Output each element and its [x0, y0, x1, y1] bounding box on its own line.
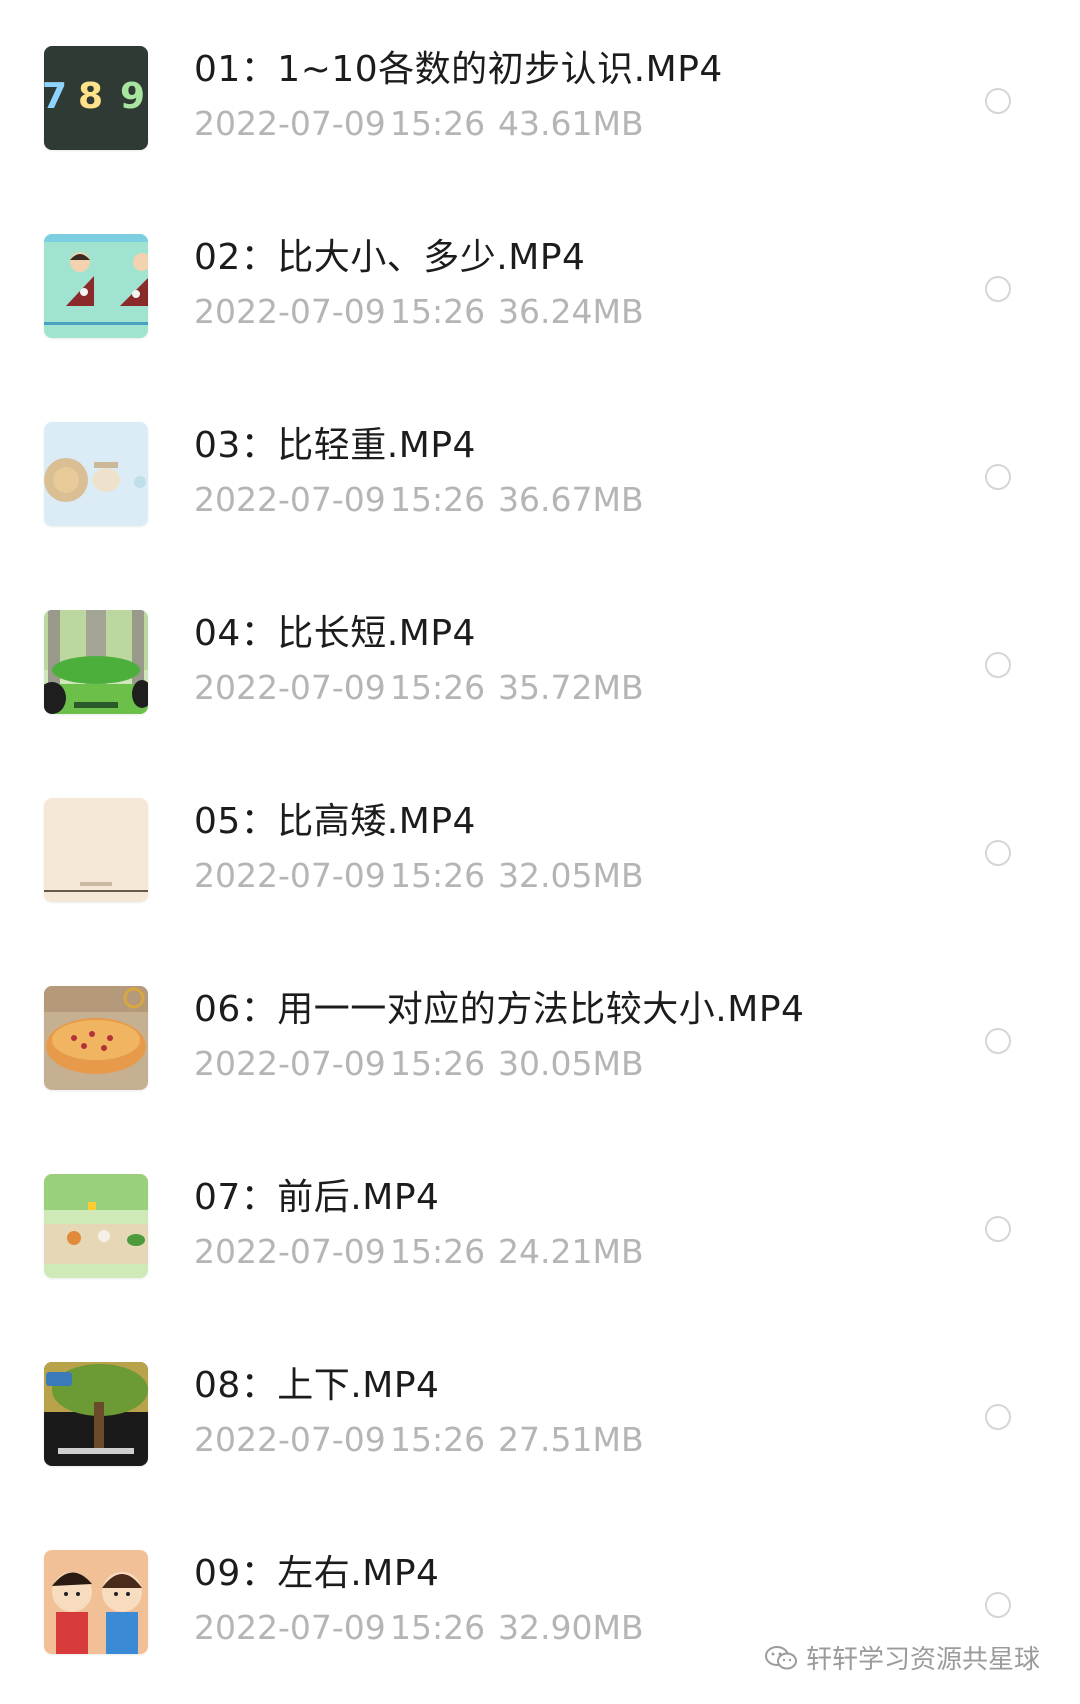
file-meta: 2022-07-09 15:26 30.05MB: [194, 1044, 644, 1084]
file-title[interactable]: 05：比高矮.MP4: [194, 800, 476, 844]
video-thumbnail[interactable]: 789: [44, 46, 148, 150]
file-date: 2022-07-09: [194, 856, 386, 895]
file-time: 15:26: [390, 1608, 486, 1647]
select-radio[interactable]: [985, 88, 1011, 114]
file-size: 24.21MB: [498, 1232, 644, 1271]
file-date: 2022-07-09: [194, 668, 386, 707]
file-size: 43.61MB: [498, 104, 644, 143]
file-time: 15:26: [390, 1232, 486, 1271]
file-time: 15:26: [390, 1044, 486, 1083]
select-radio[interactable]: [985, 652, 1011, 678]
file-size: 36.24MB: [498, 292, 644, 331]
select-radio[interactable]: [985, 276, 1011, 302]
file-row-02[interactable]: 02：比大小、多少.MP4 2022-07-09 15:26 36.24MB: [0, 188, 1080, 376]
file-title[interactable]: 09：左右.MP4: [194, 1552, 439, 1596]
file-row-03[interactable]: 03：比轻重.MP4 2022-07-09 15:26 36.67MB: [0, 376, 1080, 564]
file-time: 15:26: [390, 668, 486, 707]
video-thumbnail[interactable]: [44, 610, 148, 714]
file-row-04[interactable]: 04：比长短.MP4 2022-07-09 15:26 35.72MB: [0, 564, 1080, 752]
select-radio[interactable]: [985, 840, 1011, 866]
file-row-01[interactable]: 7 8 9 01：1~10各数的初步认识.MP4 2022-07-09 15:26 43.6…: [0, 0, 1080, 188]
file-date: 2022-07-09: [194, 480, 386, 519]
file-time: 15:26: [390, 292, 486, 331]
file-title[interactable]: 04：比长短.MP4: [194, 612, 476, 656]
file-title[interactable]: 07：前后.MP4: [194, 1176, 439, 1220]
file-meta: 2022-07-09 15:26 32.05MB: [194, 856, 644, 896]
watermark-text: 轩轩学习资源共星球: [805, 1645, 1040, 1675]
file-title[interactable]: 02：比大小、多少.MP4: [194, 236, 585, 280]
file-size: 30.05MB: [498, 1044, 644, 1083]
video-thumbnail[interactable]: [44, 798, 148, 902]
watermark: 轩轩学习资源共星球: [764, 1639, 1040, 1676]
file-meta: 2022-07-09 15:26 27.51MB: [194, 1420, 644, 1460]
file-time: 15:26: [390, 104, 486, 143]
select-radio[interactable]: [985, 1592, 1011, 1618]
file-meta: 2022-07-09 15:26 24.21MB: [194, 1232, 644, 1272]
file-title[interactable]: 03：比轻重.MP4: [194, 424, 476, 468]
file-size: 36.67MB: [498, 480, 644, 519]
select-radio[interactable]: [985, 464, 1011, 490]
select-radio[interactable]: [985, 1404, 1011, 1430]
file-row-08[interactable]: 08：上下.MP4 2022-07-09 15:26 27.51MB: [0, 1316, 1080, 1504]
select-radio[interactable]: [985, 1028, 1011, 1054]
file-size: 27.51MB: [498, 1420, 644, 1459]
file-date: 2022-07-09: [194, 104, 386, 143]
file-meta: 2022-07-09 15:26 36.24MB: [194, 292, 644, 332]
file-date: 2022-07-09: [194, 1420, 386, 1459]
file-time: 15:26: [390, 856, 486, 895]
file-size: 32.05MB: [498, 856, 644, 895]
svg-text:9: 9: [120, 76, 145, 117]
file-date: 2022-07-09: [194, 1044, 386, 1083]
video-thumbnail[interactable]: [44, 986, 148, 1090]
file-meta: 2022-07-09 15:26 35.72MB: [194, 668, 644, 708]
file-time: 15:26: [390, 1420, 486, 1459]
video-thumbnail[interactable]: [44, 234, 148, 338]
wechat-icon: [764, 1645, 797, 1669]
file-meta: 2022-07-09 15:26 32.90MB: [194, 1608, 644, 1648]
file-row-07[interactable]: 07：前后.MP4 2022-07-09 15:26 24.21MB: [0, 1128, 1080, 1316]
video-thumbnail[interactable]: [44, 422, 148, 526]
file-date: 2022-07-09: [194, 1232, 386, 1271]
file-list: 7 8 9 01：1~10各数的初步认识.MP4 2022-07-09 15:26 43.6…: [0, 0, 1080, 1704]
file-title[interactable]: 06：用一一对应的方法比较大小.MP4: [194, 988, 804, 1032]
video-thumbnail[interactable]: [44, 1362, 148, 1466]
svg-text:7: 7: [44, 76, 67, 117]
file-size: 32.90MB: [498, 1608, 644, 1647]
select-radio[interactable]: [985, 1216, 1011, 1242]
svg-text:8: 8: [78, 76, 103, 117]
file-row-05[interactable]: 05：比高矮.MP4 2022-07-09 15:26 32.05MB: [0, 752, 1080, 940]
file-row-06[interactable]: 06：用一一对应的方法比较大小.MP4 2022-07-09 15:26 30.05M…: [0, 940, 1080, 1128]
video-thumbnail[interactable]: [44, 1174, 148, 1278]
file-title[interactable]: 08：上下.MP4: [194, 1364, 439, 1408]
file-meta: 2022-07-09 15:26 36.67MB: [194, 480, 644, 520]
file-meta: 2022-07-09 15:26 43.61MB: [194, 104, 644, 144]
file-date: 2022-07-09: [194, 1608, 386, 1647]
file-title[interactable]: 01：1~10各数的初步认识.MP4: [194, 48, 723, 92]
video-thumbnail[interactable]: [44, 1550, 148, 1654]
file-size: 35.72MB: [498, 668, 644, 707]
file-time: 15:26: [390, 480, 486, 519]
file-date: 2022-07-09: [194, 292, 386, 331]
